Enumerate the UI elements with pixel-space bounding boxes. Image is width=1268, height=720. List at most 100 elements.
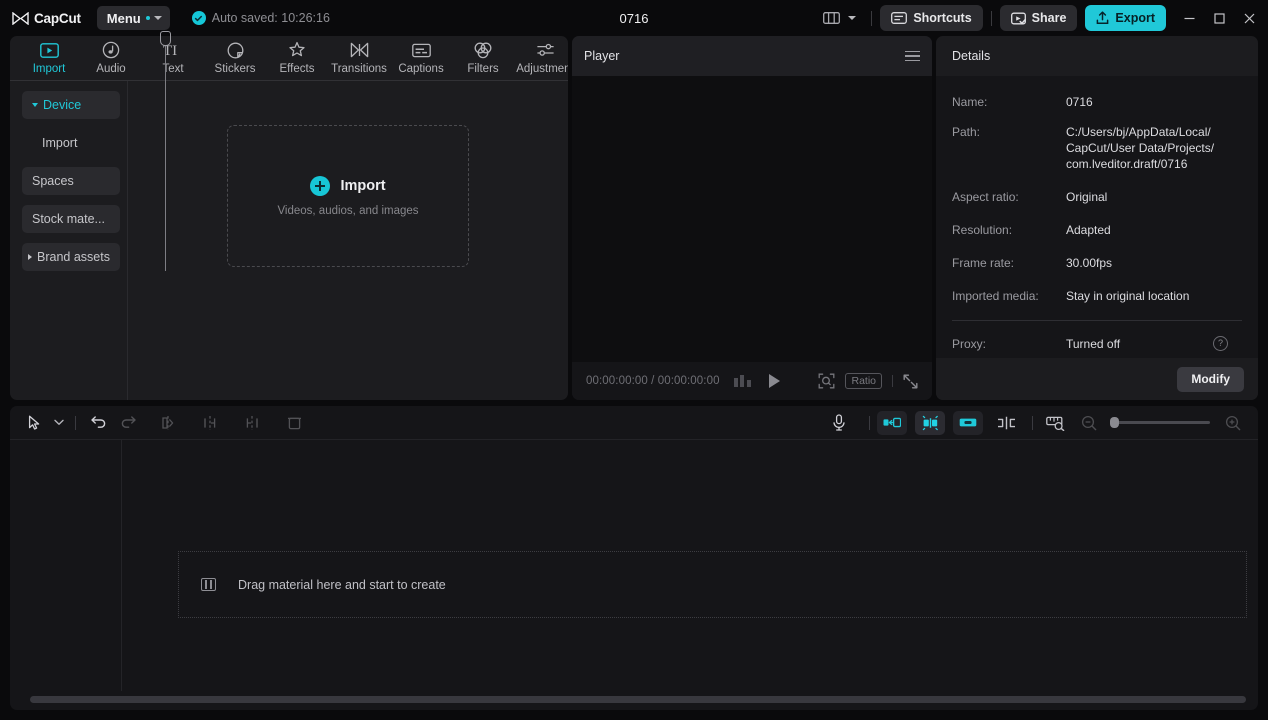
media-panel: Import Audio TI Text Stickers Effects Tr… bbox=[10, 36, 568, 400]
details-label-proxy: Proxy: bbox=[952, 337, 987, 351]
zoom-slider-track[interactable] bbox=[1110, 417, 1210, 429]
details-path-line-2: CapCut/User Data/Projects/ bbox=[1066, 141, 1215, 155]
share-icon bbox=[1010, 12, 1026, 25]
delete-trash-icon[interactable] bbox=[279, 410, 309, 436]
details-value-aspect-ratio: Original bbox=[1066, 190, 1108, 204]
details-label-name: Name: bbox=[952, 95, 988, 109]
redo-arrow-icon[interactable] bbox=[113, 410, 143, 436]
modify-button[interactable]: Modify bbox=[1177, 366, 1244, 392]
share-button[interactable]: Share bbox=[999, 5, 1078, 31]
details-value-imported-media: Stay in original location bbox=[1066, 289, 1190, 303]
fullscreen-icon[interactable] bbox=[903, 374, 918, 389]
tab-import[interactable]: Import bbox=[18, 36, 80, 75]
minimize-button[interactable] bbox=[1174, 3, 1204, 33]
auto-snap-button[interactable] bbox=[915, 410, 945, 435]
layout-panels-button[interactable] bbox=[816, 5, 863, 31]
details-row-imported-media: Imported media: Stay in original locatio… bbox=[952, 288, 1242, 304]
zoom-out-icon[interactable] bbox=[1074, 410, 1104, 436]
sidebar-item-brand-assets[interactable]: Brand assets bbox=[22, 243, 120, 271]
player-panel: Player 00:00:00:00 / 00:00:00:00 Ratio bbox=[572, 36, 932, 400]
tab-effects[interactable]: Effects bbox=[266, 36, 328, 75]
sidebar-item-device[interactable]: Device bbox=[22, 91, 120, 119]
marker-split-icon[interactable] bbox=[991, 410, 1021, 436]
play-icon[interactable] bbox=[768, 374, 780, 388]
ratio-button[interactable]: Ratio bbox=[845, 373, 882, 389]
adjustment-sliders-icon bbox=[536, 40, 555, 60]
sidebar-item-brand-assets-label: Brand assets bbox=[37, 250, 110, 264]
shortcuts-button[interactable]: Shortcuts bbox=[880, 5, 983, 31]
player-title: Player bbox=[584, 49, 620, 63]
timeline-dropzone-inner: Drag material here and start to create bbox=[178, 551, 1247, 618]
chevron-right-icon bbox=[28, 254, 32, 260]
ruler-magnify-icon[interactable] bbox=[1040, 410, 1070, 436]
export-button[interactable]: Export bbox=[1085, 5, 1166, 31]
zoom-slider-knob[interactable] bbox=[1110, 417, 1119, 429]
details-value-frame-rate: 30.00fps bbox=[1066, 256, 1113, 270]
capcut-brand-text: CapCut bbox=[34, 10, 81, 26]
tab-adjustment-label: Adjustment bbox=[516, 63, 568, 75]
clip-snap-left-icon bbox=[883, 417, 901, 428]
keyframe-bars-icon[interactable] bbox=[733, 375, 751, 387]
sidebar-item-stock-materials[interactable]: Stock mate... bbox=[22, 205, 120, 233]
clip-snap-left-button[interactable] bbox=[877, 410, 907, 435]
capcut-window: CapCut Menu Auto saved: 10:26:16 Shortcu… bbox=[0, 0, 1268, 720]
timeline-zoom-slider[interactable] bbox=[1074, 410, 1248, 436]
capcut-logo: CapCut bbox=[12, 11, 81, 26]
menu-button[interactable]: Menu bbox=[96, 6, 170, 30]
zoom-fit-icon[interactable] bbox=[818, 373, 835, 389]
details-label-aspect-ratio: Aspect ratio: bbox=[952, 190, 1019, 204]
player-stage bbox=[572, 76, 932, 362]
sidebar-item-device-label: Device bbox=[43, 98, 82, 112]
shortcuts-label: Shortcuts bbox=[913, 11, 972, 25]
timeline-horizontal-scrollbar[interactable] bbox=[30, 696, 1246, 703]
tab-transitions[interactable]: Transitions bbox=[328, 36, 390, 75]
effects-sparkle-icon bbox=[288, 40, 306, 60]
titlebar-actions: Shortcuts Share Export bbox=[816, 3, 1268, 33]
divider bbox=[75, 415, 76, 430]
trim-right-icon[interactable] bbox=[237, 410, 267, 436]
microphone-icon[interactable] bbox=[824, 410, 854, 436]
maximize-button[interactable] bbox=[1204, 3, 1234, 33]
tab-stickers[interactable]: Stickers bbox=[204, 36, 266, 75]
details-label-frame-rate: Frame rate: bbox=[952, 256, 1015, 270]
help-question-icon[interactable]: ? bbox=[1213, 336, 1228, 351]
tab-filters[interactable]: Filters bbox=[452, 36, 514, 75]
timeline-ruler[interactable] bbox=[121, 440, 1258, 458]
tab-effects-label: Effects bbox=[279, 63, 315, 75]
zoom-in-icon[interactable] bbox=[1218, 410, 1248, 436]
import-dropzone-row: Import bbox=[310, 175, 386, 196]
media-sidebar: Device Import Spaces Stock mate... Brand… bbox=[10, 81, 128, 400]
cursor-arrow-icon[interactable] bbox=[20, 410, 50, 436]
import-dropzone-title: Import bbox=[340, 177, 386, 194]
media-tab-bar: Import Audio TI Text Stickers Effects Tr… bbox=[10, 36, 568, 81]
split-icon[interactable] bbox=[153, 410, 183, 436]
menu-notification-dot bbox=[145, 16, 150, 20]
tab-adjustment[interactable]: Adjustment bbox=[514, 36, 568, 75]
sidebar-item-import-label: Import bbox=[42, 136, 78, 150]
link-clips-button[interactable] bbox=[953, 410, 983, 435]
details-path-line-3: com.lveditor.draft/0716 bbox=[1066, 157, 1188, 171]
details-path-line-1: C:/Users/bj/AppData/Local/ bbox=[1066, 125, 1211, 139]
tab-captions[interactable]: Captions bbox=[390, 36, 452, 75]
details-row-aspect-ratio: Aspect ratio: Original bbox=[952, 189, 1242, 205]
sidebar-item-import[interactable]: Import bbox=[22, 129, 120, 157]
hamburger-menu-icon[interactable] bbox=[905, 50, 920, 62]
details-footer: Modify bbox=[936, 358, 1258, 400]
cursor-dropdown-chevron-down-icon[interactable] bbox=[50, 410, 68, 436]
trim-left-icon[interactable] bbox=[195, 410, 225, 436]
tab-text[interactable]: TI Text bbox=[142, 36, 204, 75]
tab-text-label: Text bbox=[162, 63, 184, 75]
undo-arrow-icon[interactable] bbox=[83, 410, 113, 436]
timeline-dropzone[interactable]: Drag material here and start to create bbox=[178, 551, 1247, 618]
details-title: Details bbox=[952, 49, 991, 63]
media-content-area: Import Videos, audios, and images bbox=[128, 81, 568, 400]
export-upload-icon bbox=[1096, 11, 1109, 25]
details-row-proxy: Proxy: Turned off ? bbox=[952, 336, 1242, 352]
tab-import-label: Import bbox=[32, 63, 66, 75]
clip-link-icon bbox=[959, 417, 977, 428]
svg-text:TI: TI bbox=[163, 43, 177, 58]
import-dropzone[interactable]: Import Videos, audios, and images bbox=[227, 125, 469, 267]
sidebar-item-spaces[interactable]: Spaces bbox=[22, 167, 120, 195]
tab-audio[interactable]: Audio bbox=[80, 36, 142, 75]
close-button[interactable] bbox=[1234, 3, 1264, 33]
